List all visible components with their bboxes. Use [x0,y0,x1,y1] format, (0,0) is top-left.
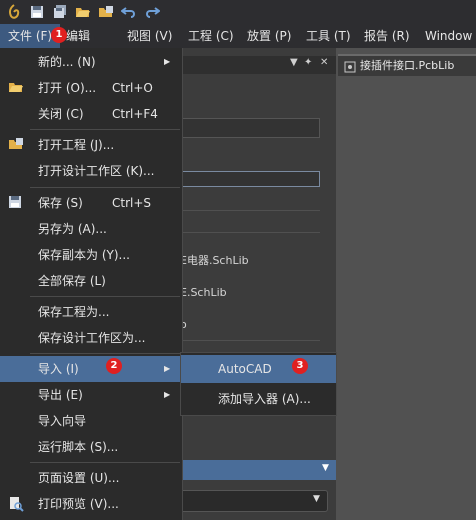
menu-item-import[interactable]: 导入 (I) ▶ [0,356,182,382]
panel-dropdown[interactable]: ▼ [180,490,328,512]
panel-section-bar[interactable]: ▼ [180,460,336,480]
undo-icon[interactable] [120,3,138,21]
panel-file-item[interactable]: E.SchLib [180,286,227,299]
menu-item-open-workspace[interactable]: 打开设计工作区 (K)... [0,158,182,184]
panel-search-box[interactable] [180,118,320,138]
menu-item-autocad[interactable]: AutoCAD [181,355,336,383]
import-submenu: AutoCAD 添加导入器 (A)... [180,352,337,416]
menu-item-close[interactable]: 关闭 (C) Ctrl+F4 [0,101,182,127]
open-project-icon[interactable] [97,3,115,21]
panel-pin-icon[interactable]: ✦ [304,57,312,68]
step-badge-1: 1 [51,27,67,43]
submenu-arrow-icon: ▶ [164,57,171,66]
menu-separator [30,129,180,130]
app-logo-icon[interactable] [5,3,23,21]
menu-place[interactable]: 放置 (P) [247,24,291,48]
menu-bar: 文件 (F) 编辑 视图 (V) 工程 (C) 放置 (P) 工具 (T) 报告… [0,24,476,49]
step-badge-2: 2 [106,358,122,374]
open-folder-icon [8,80,24,96]
menu-reports[interactable]: 报告 (R) [364,24,410,48]
chevron-down-icon: ▼ [313,494,320,504]
menu-edit[interactable]: 编辑 [66,24,90,48]
open-project-icon [8,137,24,153]
document-tab-label: 接插件接口.PcbLib [360,59,455,72]
menu-separator [30,353,180,354]
menu-separator [30,462,180,463]
save-all-icon[interactable] [51,3,69,21]
menu-separator [30,296,180,297]
submenu-arrow-icon: ▶ [164,364,171,373]
open-folder-icon[interactable] [74,3,92,21]
panel-divider [180,340,320,341]
submenu-arrow-icon: ▶ [164,390,171,399]
menu-window[interactable]: Window [425,24,472,48]
menu-item-new[interactable]: 新的... (N) ▶ [0,49,182,75]
panel-header: ▼ ✦ ✕ [180,56,336,74]
panel-file-item[interactable]: E电器.SchLib [180,252,249,268]
menu-item-page-setup[interactable]: 页面设置 (U)... [0,465,182,491]
menu-item-save[interactable]: 保存 (S) Ctrl+S [0,190,182,216]
menu-item-save-copy-as[interactable]: 保存副本为 (Y)... [0,242,182,268]
menu-item-open[interactable]: 打开 (O)... Ctrl+O [0,75,182,101]
menu-item-add-importer[interactable]: 添加导入器 (A)... [181,385,336,413]
menu-item-run-script[interactable]: 运行脚本 (S)... [0,434,182,460]
save-icon [8,195,24,211]
menu-item-open-project[interactable]: 打开工程 (J)... [0,132,182,158]
file-menu: 新的... (N) ▶ 打开 (O)... Ctrl+O 关闭 (C) Ctrl… [0,48,183,520]
menu-project[interactable]: 工程 (C) [188,24,234,48]
menu-item-save-project-as[interactable]: 保存工程为... [0,299,182,325]
menu-view[interactable]: 视图 (V) [127,24,172,48]
menu-separator [30,187,180,188]
panel-menu-icon[interactable]: ▼ [290,57,298,68]
save-icon[interactable] [28,3,46,21]
document-area [336,48,476,520]
panel-divider [180,232,320,233]
chevron-down-icon: ▼ [322,463,329,473]
redo-icon[interactable] [143,3,161,21]
print-preview-icon [8,496,24,512]
menu-item-save-all[interactable]: 全部保存 (L) [0,268,182,294]
quick-access-toolbar [0,0,476,24]
panel-close-icon[interactable]: ✕ [320,57,328,68]
panel-selected-row[interactable] [180,171,320,187]
menu-item-print-preview[interactable]: 打印预览 (V)... [0,491,182,517]
pcb-library-icon [344,60,356,80]
menu-item-export[interactable]: 导出 (E) ▶ [0,382,182,408]
document-tab[interactable]: 接插件接口.PcbLib [338,54,476,76]
panel-divider [180,210,320,211]
menu-item-save-workspace-as[interactable]: 保存设计工作区为... [0,325,182,351]
step-badge-3: 3 [292,358,308,374]
menu-tools[interactable]: 工具 (T) [306,24,351,48]
menu-item-import-wizard[interactable]: 导入向导 [0,408,182,434]
menu-item-save-as[interactable]: 另存为 (A)... [0,216,182,242]
